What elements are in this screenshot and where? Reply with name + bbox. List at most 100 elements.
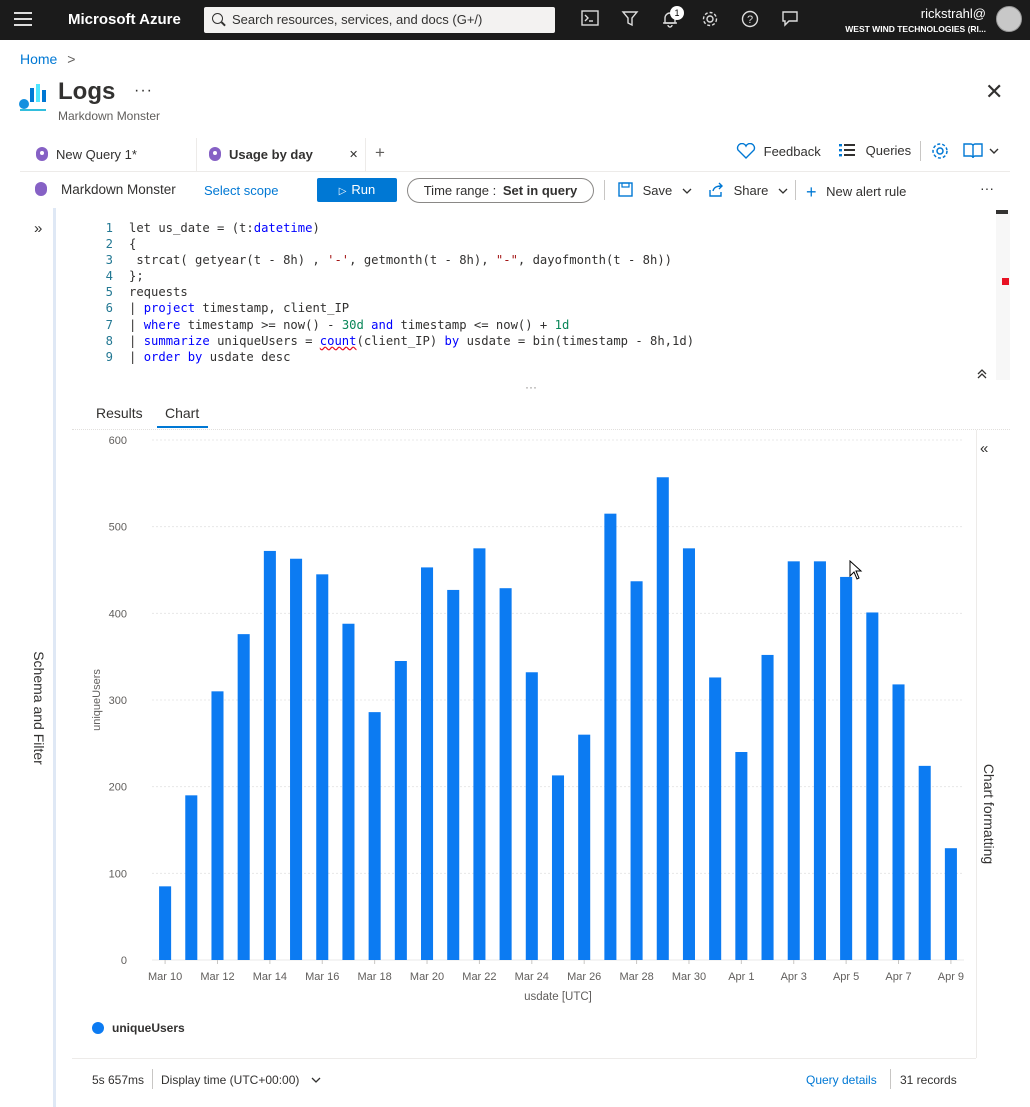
chart-bar[interactable] [447,589,460,960]
chart-bar[interactable] [761,654,774,960]
time-range-picker[interactable]: Time range : Set in query [407,178,594,203]
chart-bar[interactable] [525,672,538,960]
error-marker [1002,278,1009,285]
run-button[interactable]: ▷ Run [317,178,397,202]
global-search-input[interactable]: Search resources, services, and docs (G+… [204,7,555,33]
feedback-person-icon[interactable] [780,10,800,30]
chart-bar[interactable] [342,623,355,960]
book-view-icon[interactable] [962,142,1002,163]
brand-name[interactable]: Microsoft Azure [68,11,181,28]
settings-gear-icon[interactable] [700,10,720,30]
code-line: 6 | project timestamp, client_IP [87,300,694,316]
chart-bar[interactable] [630,581,643,960]
chart-bar[interactable] [394,661,407,960]
share-button[interactable]: Share [708,182,788,198]
directory-filter-icon[interactable] [620,10,640,30]
chart-bar[interactable] [290,558,303,960]
chart-bar[interactable] [892,684,905,960]
feedback-label: Feedback [763,144,821,159]
tab-results[interactable]: Results [96,405,143,421]
editor-scroll-thumb[interactable] [996,210,1008,214]
chart-bar[interactable] [316,574,329,960]
chart-bar[interactable] [866,612,879,960]
chart-bar[interactable] [709,677,722,960]
chart-bar[interactable] [499,588,512,960]
chart-bar[interactable] [551,775,565,960]
settings-gear-icon[interactable] [931,142,949,163]
chart-bar[interactable] [656,477,669,960]
code-line: 4}; [87,268,694,284]
chart-formatting-label[interactable]: Chart formatting [981,764,997,864]
chart-bar[interactable] [237,634,250,960]
editor-scrollbar[interactable] [996,210,1010,380]
collapse-editor-icon[interactable] [976,367,988,383]
avatar[interactable] [996,6,1022,32]
chart-formatting-panel: « [976,430,1010,1058]
top-bar: Microsoft Azure Search resources, servic… [0,0,1030,40]
queries-label: Queries [865,143,912,158]
chart-bar[interactable] [421,567,434,960]
share-label: Share [733,183,769,198]
chart-bar[interactable] [159,886,172,960]
query-code[interactable]: 1 let us_date = (t:datetime) 2{ 3 strcat(… [87,220,694,365]
cloud-shell-icon[interactable] [580,10,600,30]
breadcrumb-home-link[interactable]: Home [20,51,57,67]
chart-bar[interactable] [918,765,931,960]
breadcrumb: Home > [20,51,75,67]
chart-bar[interactable] [604,513,617,960]
help-icon[interactable]: ? [740,10,760,30]
feedback-button[interactable]: Feedback [736,142,821,159]
tab-chart[interactable]: Chart [165,405,199,421]
code-line: 7 | where timestamp >= now() - 30d and ti… [87,317,694,333]
plus-icon: + [806,182,817,202]
chart-bar[interactable] [473,548,486,960]
chart-bar[interactable] [813,561,826,960]
chevron-down-icon [778,183,788,198]
heart-icon [736,142,756,159]
chart-bar[interactable] [578,734,591,960]
save-button[interactable]: Save [618,182,692,198]
new-alert-rule-button[interactable]: + New alert rule [806,182,906,203]
chart-legend[interactable]: uniqueUsers [92,1021,185,1035]
tab-usage-by-day[interactable]: Usage by day ✕ [196,138,366,172]
tab-close-icon[interactable]: ✕ [349,148,358,161]
code-line: 1 let us_date = (t:datetime) [87,220,694,236]
x-tick-label: Mar 20 [410,971,444,983]
chart-bar[interactable] [840,576,853,960]
expand-panel-icon[interactable]: » [34,220,42,237]
chart-bar[interactable] [211,691,224,960]
chart-bar[interactable] [263,550,276,960]
chart-bar[interactable] [185,795,198,960]
notification-count-badge: 1 [670,6,684,20]
query-details-link[interactable]: Query details [806,1073,877,1087]
chart-bar[interactable] [735,752,748,960]
active-tab-indicator [157,426,208,428]
close-blade-button[interactable]: ✕ [985,81,1003,103]
chevron-down-icon [682,183,692,198]
divider [604,180,605,200]
toolbar-more-button[interactable]: ··· [980,180,994,196]
time-range-value: Set in query [502,183,578,198]
schema-filter-label[interactable]: Schema and Filter [31,651,47,765]
expand-formatting-icon[interactable]: « [980,440,988,457]
x-tick-label: Apr 5 [833,971,859,983]
add-tab-button[interactable]: + [375,138,385,172]
tab-new-query-1[interactable]: New Query 1* [36,138,196,172]
chart-bar[interactable] [944,848,957,960]
line-number: 1 [105,221,113,235]
chart-bar[interactable] [682,548,695,960]
chart-bar[interactable] [787,561,800,960]
display-time-dropdown[interactable]: Display time (UTC+00:00) [161,1073,321,1087]
x-tick-label: Apr 9 [938,971,964,983]
line-number: 3 [105,253,113,268]
hamburger-menu-icon[interactable] [14,12,32,28]
chart-bar[interactable] [368,712,381,960]
title-more-button[interactable]: ··· [134,82,153,100]
query-duration: 5s 657ms [92,1073,145,1087]
user-account[interactable]: rickstrahl@ WEST WIND TECHNOLOGIES (RI..… [845,6,986,34]
resize-handle[interactable]: ··· [525,380,537,394]
x-tick-label: Mar 12 [200,971,234,983]
query-editor[interactable]: 1 let us_date = (t:datetime) 2{ 3 strcat(… [59,208,1010,396]
select-scope-link[interactable]: Select scope [204,183,278,198]
queries-button[interactable]: Queries [838,143,911,158]
